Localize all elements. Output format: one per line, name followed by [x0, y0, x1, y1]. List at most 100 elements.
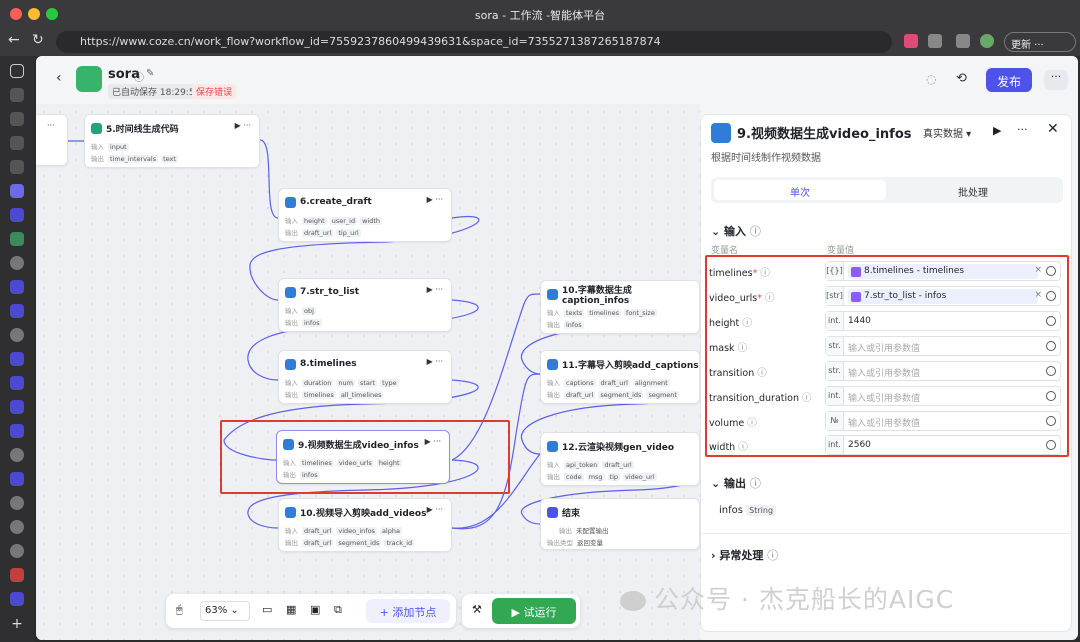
- globe-icon[interactable]: [10, 520, 24, 534]
- output-section-header[interactable]: ⌄ 输出 ⓘ: [711, 475, 761, 491]
- variable-picker-icon[interactable]: [1046, 440, 1056, 450]
- update-button[interactable]: 更新 ···: [1004, 32, 1076, 52]
- sidebar-app-icon[interactable]: [10, 208, 24, 222]
- url-bar[interactable]: https://www.coze.cn/work_flow?workflow_i…: [56, 31, 892, 53]
- variable-picker-icon[interactable]: [1046, 316, 1056, 326]
- exception-section-header[interactable]: › 异常处理 ⓘ: [711, 547, 778, 563]
- param-value-field[interactable]: № 输入或引用参数值: [825, 411, 1061, 431]
- minimap-icon[interactable]: ▣: [310, 603, 320, 616]
- param-placeholder[interactable]: 输入或引用参数值: [848, 341, 920, 354]
- globe-icon[interactable]: [10, 328, 24, 342]
- puzzle-icon[interactable]: [928, 34, 942, 48]
- comment-icon[interactable]: ▭: [262, 603, 272, 616]
- workflow-node[interactable]: 8.timelines ▶ ··· 输入 duration num start type…: [278, 350, 452, 404]
- sidebar-app-icon[interactable]: [10, 304, 24, 318]
- info-icon[interactable]: ⓘ: [765, 293, 775, 304]
- info-icon[interactable]: ⓘ: [738, 442, 748, 453]
- clear-icon[interactable]: ×: [1034, 265, 1042, 275]
- param-placeholder[interactable]: 输入或引用参数值: [848, 366, 920, 379]
- globe-icon[interactable]: [10, 496, 24, 510]
- info-icon[interactable]: ⓘ: [134, 69, 144, 84]
- node-controls[interactable]: ▶ ···: [427, 195, 443, 204]
- param-value-field[interactable]: int. 1440: [825, 311, 1061, 331]
- add-node-button[interactable]: + 添加节点: [366, 599, 450, 623]
- globe-icon[interactable]: [10, 448, 24, 462]
- sidebar-app-icon[interactable]: [10, 112, 24, 126]
- param-value-field[interactable]: int. 2560: [825, 435, 1061, 455]
- param-value-field[interactable]: str. 输入或引用参数值: [825, 336, 1061, 356]
- node-menu-icon[interactable]: ···: [47, 121, 55, 130]
- run-node-icon[interactable]: ▶: [993, 124, 1001, 137]
- globe-icon[interactable]: [10, 544, 24, 558]
- more-menu-button[interactable]: ···: [1044, 70, 1068, 90]
- variable-picker-icon[interactable]: [1046, 391, 1056, 401]
- extension-icon[interactable]: [904, 34, 918, 48]
- data-mode-select[interactable]: 真实数据 ▾: [923, 125, 971, 140]
- node-controls[interactable]: ▶ ···: [427, 505, 443, 514]
- tab-batch[interactable]: 批处理: [887, 180, 1059, 200]
- sidebar-coze-icon[interactable]: [10, 184, 24, 198]
- info-icon[interactable]: ⓘ: [750, 225, 761, 238]
- param-value[interactable]: 1440: [848, 316, 871, 326]
- param-value-field[interactable]: int. 输入或引用参数值: [825, 386, 1061, 406]
- workflow-node[interactable]: 11.字幕导入剪映add_captions 输入 captions draft_ur…: [540, 350, 700, 404]
- param-value-field[interactable]: [str] 7.str_to_list - infos ×: [825, 286, 1061, 306]
- sidebar-app-icon[interactable]: [10, 424, 24, 438]
- variable-picker-icon[interactable]: [1046, 266, 1056, 276]
- favorites-icon[interactable]: [956, 34, 970, 48]
- param-value[interactable]: 2560: [848, 440, 871, 450]
- input-section-header[interactable]: ⌄ 输入 ⓘ: [711, 223, 761, 239]
- info-icon[interactable]: ⓘ: [760, 268, 770, 279]
- close-icon[interactable]: ✕: [1047, 121, 1059, 137]
- workflow-node[interactable]: 7.str_to_list ▶ ··· 输入 obj 输出 infos: [278, 278, 452, 332]
- sidebar-app-icon[interactable]: [10, 160, 24, 174]
- sidebar-app-icon[interactable]: [10, 352, 24, 366]
- param-value-field[interactable]: [{}] 8.timelines - timelines ×: [825, 261, 1061, 281]
- info-icon[interactable]: ⓘ: [742, 318, 752, 329]
- history-icon[interactable]: ⟲: [956, 71, 967, 86]
- sidebar-toggle-icon[interactable]: [10, 64, 24, 78]
- node-controls[interactable]: ▶ ···: [235, 121, 251, 130]
- param-placeholder[interactable]: 输入或引用参数值: [848, 416, 920, 429]
- sidebar-app-icon[interactable]: [10, 400, 24, 414]
- param-placeholder[interactable]: 输入或引用参数值: [848, 391, 920, 404]
- workflow-node[interactable]: 10.视频导入剪映add_videos ▶ ··· 输入 draft_url vid…: [278, 498, 452, 552]
- panel-more-icon[interactable]: ···: [1017, 123, 1028, 136]
- globe-icon[interactable]: [10, 256, 24, 270]
- info-icon[interactable]: ⓘ: [802, 393, 812, 404]
- reload-icon[interactable]: ↻: [32, 32, 44, 48]
- sidebar-app-icon[interactable]: [10, 232, 24, 246]
- workflow-node-partial[interactable]: ···: [36, 114, 68, 166]
- debug-wrench-icon[interactable]: ⚒: [472, 603, 482, 616]
- workflow-node[interactable]: 5.时间线生成代码 ▶ ··· 输入 input 输出 time_intervals…: [84, 114, 260, 168]
- workflow-node[interactable]: 12.云渲染视频gen_video 输入 api_token draft_url 输…: [540, 432, 700, 486]
- clear-icon[interactable]: ×: [1034, 290, 1042, 300]
- node-controls[interactable]: ▶ ···: [427, 357, 443, 366]
- info-icon[interactable]: ⓘ: [738, 343, 748, 354]
- reference-tag[interactable]: 7.str_to_list - infos: [848, 289, 1038, 304]
- tab-single[interactable]: 单次: [714, 180, 886, 200]
- sidebar-app-icon[interactable]: [10, 472, 24, 486]
- sidebar-app-icon[interactable]: [10, 592, 24, 606]
- variable-picker-icon[interactable]: [1046, 291, 1056, 301]
- back-arrow-icon[interactable]: ←: [8, 32, 20, 48]
- edit-icon[interactable]: ✎: [146, 68, 154, 79]
- variable-picker-icon[interactable]: [1046, 366, 1056, 376]
- param-value-field[interactable]: str. 输入或引用参数值: [825, 361, 1061, 381]
- reference-tag[interactable]: 8.timelines - timelines: [848, 264, 1038, 279]
- variable-picker-icon[interactable]: [1046, 416, 1056, 426]
- publish-button[interactable]: 发布: [986, 68, 1032, 92]
- workflow-node[interactable]: 10.字幕数据生成caption_infos 输入 texts timelines f…: [540, 280, 700, 334]
- sidebar-app-icon[interactable]: [10, 88, 24, 102]
- mouse-mode-icon[interactable]: 🖱: [176, 603, 183, 617]
- sidebar-app-icon[interactable]: [10, 280, 24, 294]
- info-icon[interactable]: ⓘ: [757, 368, 767, 379]
- sidebar-app-icon[interactable]: [10, 376, 24, 390]
- zoom-select[interactable]: 63% ⌄: [200, 601, 250, 621]
- workflow-node-end[interactable]: 结束 输出 未配置输出 输出类型 返回变量: [540, 498, 700, 550]
- layout-icon[interactable]: ▦: [286, 603, 296, 616]
- node-controls[interactable]: ▶ ···: [427, 285, 443, 294]
- workflow-node[interactable]: 6.create_draft ▶ ··· 输入 height user_id widt…: [278, 188, 452, 242]
- info-icon[interactable]: ⓘ: [750, 477, 761, 490]
- sidebar-app-icon[interactable]: [10, 568, 24, 582]
